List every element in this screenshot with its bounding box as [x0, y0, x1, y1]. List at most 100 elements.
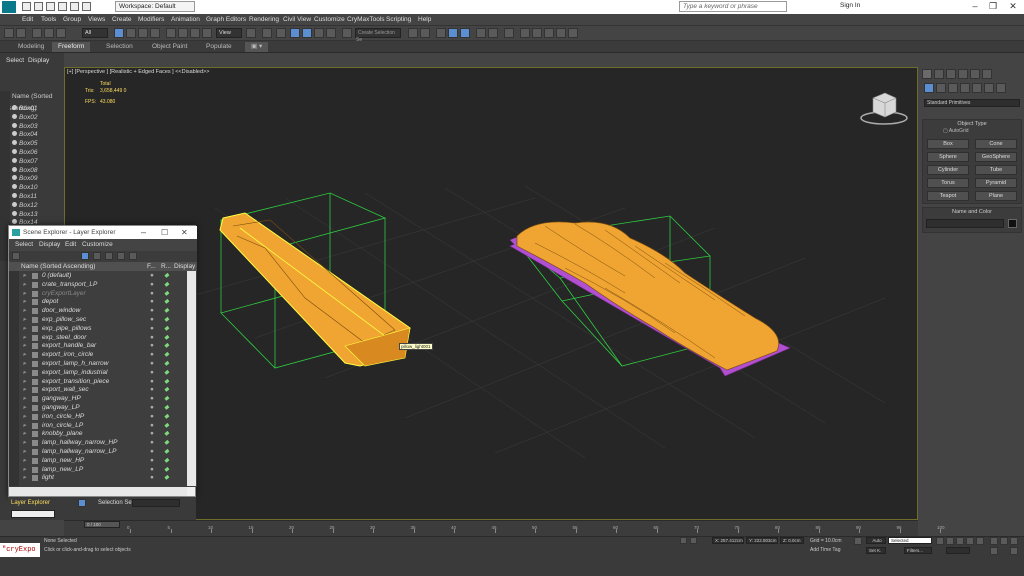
shapes-icon[interactable]	[936, 83, 946, 93]
render-toggle-icon[interactable]: ◆	[164, 290, 169, 299]
left-list-item[interactable]: Box13	[12, 210, 62, 220]
freeze-toggle-icon[interactable]: ●	[150, 272, 154, 281]
pyramid-button[interactable]: Pyramid	[975, 178, 1017, 188]
left-list-item[interactable]: Box02	[12, 113, 62, 123]
align-icon[interactable]	[420, 28, 430, 38]
freeze-toggle-icon[interactable]: ●	[150, 307, 154, 316]
auto-key-button[interactable]: Auto	[866, 537, 886, 544]
expand-arrow-icon[interactable]: ▸	[23, 430, 26, 439]
render-toggle-icon[interactable]: ◆	[164, 334, 169, 343]
expand-arrow-icon[interactable]: ▸	[23, 474, 26, 483]
expand-arrow-icon[interactable]: ▸	[23, 395, 26, 404]
freeze-toggle-icon[interactable]: ●	[150, 422, 154, 431]
box-button[interactable]: Box	[927, 139, 969, 149]
percent-snap-icon[interactable]	[314, 28, 324, 38]
reference-coordinate-dropdown[interactable]: View	[216, 28, 242, 38]
geometry-icon[interactable]	[924, 83, 934, 93]
tab-object-paint[interactable]: Object Paint	[146, 42, 193, 52]
render-toggle-icon[interactable]: ◆	[164, 316, 169, 325]
left-list-item[interactable]: Box08	[12, 166, 62, 176]
pillow-section-object[interactable]	[509, 221, 791, 377]
edit-named-selection-icon[interactable]	[342, 28, 352, 38]
select-by-name-icon[interactable]	[126, 28, 136, 38]
freeze-toggle-icon[interactable]: ●	[150, 325, 154, 334]
expand-arrow-icon[interactable]: ▸	[23, 439, 26, 448]
graphite-ribbon-icon[interactable]	[460, 28, 470, 38]
keyboard-shortcut-icon[interactable]	[276, 28, 286, 38]
expand-arrow-icon[interactable]: ▸	[23, 386, 26, 395]
move-icon[interactable]	[166, 28, 176, 38]
render-toggle-icon[interactable]: ◆	[164, 474, 169, 483]
a360-gallery-icon[interactable]	[568, 28, 578, 38]
layer-row[interactable]: ▸ light ● ◆	[9, 474, 187, 483]
modify-tab-icon[interactable]	[934, 69, 944, 79]
col-render-header[interactable]: R...	[161, 262, 171, 271]
expand-arrow-icon[interactable]: ▸	[23, 351, 26, 360]
timeline[interactable]: 0 / 100 0 5 10 15 20 25 30 35 40 45 50 55 60 65 70 75 80…	[64, 520, 945, 536]
primitive-type-dropdown[interactable]: Standard Primitives	[924, 99, 1020, 107]
angle-snap-icon[interactable]	[302, 28, 312, 38]
menu-crymaxtools[interactable]: CryMaxTools	[347, 16, 385, 23]
left-list-item[interactable]: Box11	[12, 193, 62, 202]
window-crossing-icon[interactable]	[150, 28, 160, 38]
maxscript-mini-listener[interactable]: "cryExpo	[0, 543, 40, 557]
layer-row[interactable]: ▸ depot ● ◆	[9, 298, 187, 307]
tab-selection[interactable]: Selection	[100, 42, 139, 52]
se-add-to-layer-icon[interactable]	[105, 252, 113, 260]
save-file-icon[interactable]	[46, 2, 55, 11]
expand-arrow-icon[interactable]: ▸	[23, 369, 26, 378]
minimize-button[interactable]: –	[966, 1, 984, 13]
menu-create[interactable]: Create	[112, 16, 132, 23]
plane-button[interactable]: Plane	[975, 191, 1017, 201]
layer-row[interactable]: ▸ crate_transport_LP ● ◆	[9, 281, 187, 290]
layer-row[interactable]: ▸ export_transition_piece ● ◆	[9, 378, 187, 387]
freeze-toggle-icon[interactable]: ●	[150, 342, 154, 351]
object-type-header[interactable]: Object Type	[923, 120, 1021, 128]
freeze-toggle-icon[interactable]: ●	[150, 439, 154, 448]
freeze-toggle-icon[interactable]: ●	[150, 395, 154, 404]
current-frame-field[interactable]	[946, 547, 970, 554]
freeze-toggle-icon[interactable]: ●	[150, 457, 154, 466]
layer-row[interactable]: ▸ export_wall_sec ● ◆	[9, 386, 187, 395]
layer-row[interactable]: ▸ export_handle_bar ● ◆	[9, 342, 187, 351]
menu-customize[interactable]: Customize	[314, 16, 345, 23]
render-toggle-icon[interactable]: ◆	[164, 466, 169, 475]
time-config-icon[interactable]	[854, 537, 862, 545]
col-frozen-header[interactable]: F...	[147, 262, 156, 271]
expand-arrow-icon[interactable]: ▸	[23, 281, 26, 290]
freeze-toggle-icon[interactable]: ●	[150, 316, 154, 325]
expand-arrow-icon[interactable]: ▸	[23, 413, 26, 422]
expand-arrow-icon[interactable]: ▸	[23, 457, 26, 466]
mirror-icon[interactable]	[408, 28, 418, 38]
curve-editor-icon[interactable]	[476, 28, 486, 38]
freeze-toggle-icon[interactable]: ●	[150, 430, 154, 439]
rotate-icon[interactable]	[178, 28, 188, 38]
maximize-viewport-icon[interactable]	[1010, 547, 1018, 555]
expand-arrow-icon[interactable]: ▸	[23, 325, 26, 334]
cameras-icon[interactable]	[960, 83, 970, 93]
layer-row[interactable]: ▸ exp_pipe_pillows ● ◆	[9, 325, 187, 334]
toggle-scene-explorer-icon[interactable]	[448, 28, 458, 38]
render-toggle-icon[interactable]: ◆	[164, 325, 169, 334]
se-new-layer-icon[interactable]	[93, 252, 101, 260]
toggle-layer-explorer-icon[interactable]	[436, 28, 446, 38]
left-list-item[interactable]: Box01	[12, 105, 62, 114]
scale-icon[interactable]	[190, 28, 200, 38]
autogrid-checkbox[interactable]: ▢ AutoGrid	[943, 128, 969, 134]
render-toggle-icon[interactable]: ◆	[164, 413, 169, 422]
vertical-scrollbar[interactable]	[187, 271, 196, 486]
expand-arrow-icon[interactable]: ▸	[23, 378, 26, 387]
layer-row[interactable]: ▸ lamp_hallway_narrow_HP ● ◆	[9, 439, 187, 448]
tube-button[interactable]: Tube	[975, 165, 1017, 175]
render-toggle-icon[interactable]: ◆	[164, 439, 169, 448]
left-tab-select[interactable]: Select	[6, 57, 24, 64]
layer-row[interactable]: ▸ gangway_LP ● ◆	[9, 404, 187, 413]
redo-icon[interactable]	[16, 28, 26, 38]
next-frame-icon[interactable]	[966, 537, 974, 545]
render-toggle-icon[interactable]: ◆	[164, 448, 169, 457]
snaps-toggle-icon[interactable]	[290, 28, 300, 38]
left-list-item[interactable]: Box10	[12, 184, 62, 193]
tab-freeform[interactable]: Freeform	[52, 42, 91, 52]
left-list-item[interactable]: Box04	[12, 131, 62, 140]
bind-space-warp-icon[interactable]	[56, 28, 66, 38]
